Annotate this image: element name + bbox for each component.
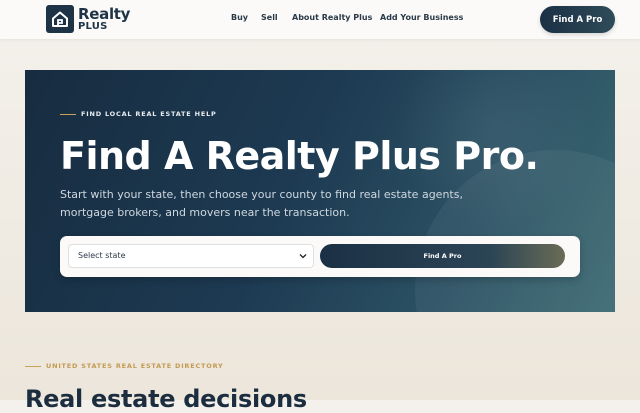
nav-link-add-business[interactable]: Add Your Business: [380, 13, 463, 22]
eyebrow-divider: [25, 365, 41, 367]
state-select-value: Select state: [78, 251, 126, 260]
logo-line-1: Realty: [78, 4, 131, 23]
logo-wordmark: Realty PLUS: [78, 4, 131, 32]
directory-section-title: Real estate decisions: [25, 385, 307, 413]
nav-link-buy[interactable]: Buy: [231, 13, 248, 22]
top-navigation-bar: Realty PLUS Buy Sell About Realty Plus A…: [0, 0, 640, 39]
hero-eyebrow: FIND LOCAL REAL ESTATE HELP: [60, 110, 217, 118]
eyebrow-divider: [60, 113, 76, 115]
realty-plus-logo[interactable]: Realty PLUS: [46, 5, 130, 33]
nav-link-about[interactable]: About Realty Plus: [292, 13, 372, 22]
state-select[interactable]: Select state: [68, 244, 314, 268]
find-a-pro-submit-button[interactable]: Find A Pro: [320, 244, 565, 268]
hero-eyebrow-text: FIND LOCAL REAL ESTATE HELP: [81, 110, 217, 118]
logo-line-2: PLUS: [78, 20, 108, 32]
chevron-down-icon: [299, 245, 307, 276]
directory-eyebrow-text: UNITED STATES REAL ESTATE DIRECTORY: [46, 362, 224, 370]
nav-link-sell[interactable]: Sell: [261, 13, 278, 22]
pro-search-form: Select state Find A Pro: [60, 236, 580, 277]
directory-eyebrow: UNITED STATES REAL ESTATE DIRECTORY: [25, 362, 224, 370]
hero-banner: FIND LOCAL REAL ESTATE HELP Find A Realt…: [25, 70, 615, 312]
house-icon: [46, 5, 74, 33]
find-a-pro-header-button[interactable]: Find A Pro: [540, 6, 615, 33]
hero-title: Find A Realty Plus Pro.: [60, 134, 539, 178]
hero-description: Start with your state, then choose your …: [60, 188, 463, 219]
